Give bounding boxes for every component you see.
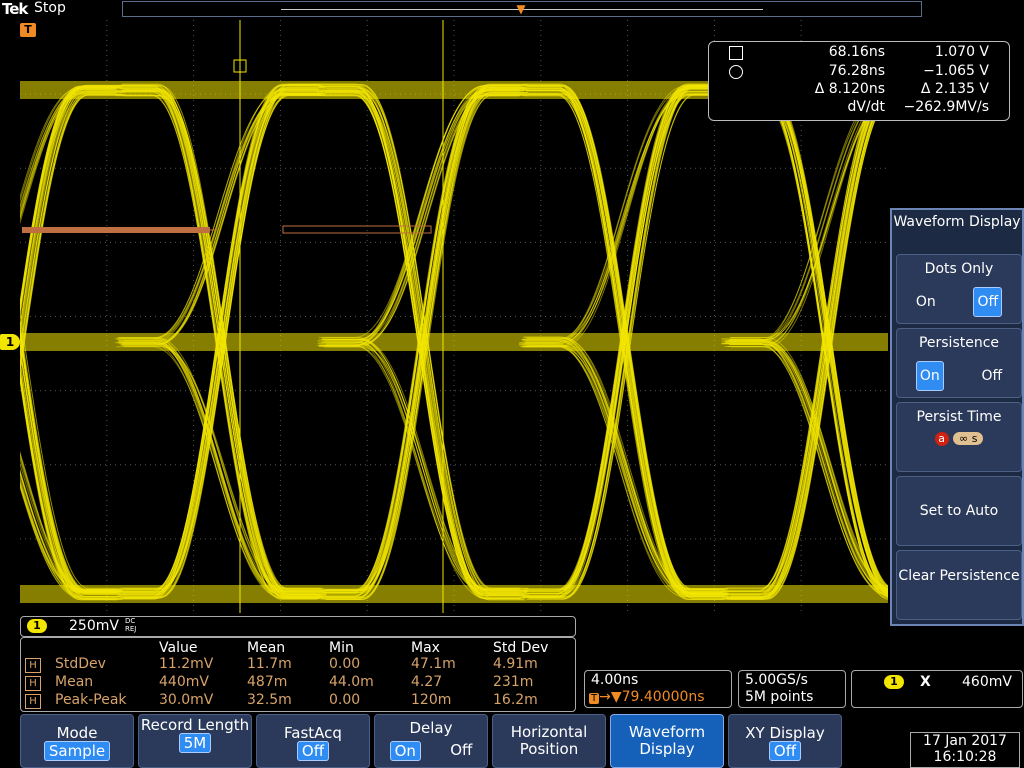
waveform-display-side-menu: Waveform Display Dots Only On Off Persis… [890,208,1024,626]
trigger-level-readout[interactable]: 1 X 460mV [851,670,1023,708]
delay-button[interactable]: Delay On Off [374,714,488,768]
ref-measure-bar [22,227,210,233]
fastacq-button[interactable]: FastAcq Off [256,714,370,768]
sample-rate-readout[interactable]: 5.00GS/s 5M points [738,670,846,708]
channel-1-ground-marker[interactable]: 1 [0,334,20,350]
channel-1-scale-readout[interactable]: 1 250mV DC REJ [20,616,576,637]
top-status-bar: Tek Stop ▼ [0,0,1024,18]
clear-persistence-button[interactable]: Clear Persistence [896,550,1022,620]
side-menu-title: Waveform Display [893,214,1021,230]
mode-button[interactable]: Mode Sample [20,714,134,768]
date-time-readout[interactable]: 17 Jan 2017 16:10:28 [910,732,1020,768]
trigger-channel-badge: 1 [884,675,904,689]
trigger-delay-icon: T [589,693,600,704]
trigger-slope-icon: X [920,674,931,690]
square-icon [729,46,743,60]
horizontal-scale-readout[interactable]: 4.00ns T →▼79.40000ns [584,670,732,708]
trigger-position-icon: ▼ [516,2,526,16]
dots-only-button[interactable]: Dots Only On Off [896,254,1022,324]
record-length-button[interactable]: Record Length 5M [138,714,252,768]
acquisition-status: Stop [34,0,66,16]
cursor-readout: 68.16ns 1.070 V 76.28ns −1.065 V Δ 8.120ns… [708,41,1010,121]
horizontal-position-button[interactable]: Horizontal Position [492,714,606,768]
channel-1-badge: 1 [27,619,47,633]
set-to-auto-button[interactable]: Set to Auto [896,476,1022,546]
measurement-table[interactable]: Value Mean Min Max Std Dev H StdDev 11.2… [20,637,576,712]
trigger-marker-icon[interactable]: T [20,23,36,37]
waveform-display-button[interactable]: Waveform Display [610,714,724,768]
persistence-button[interactable]: Persistence On Off [896,328,1022,398]
multipurpose-knob-a-icon: a [934,432,949,446]
xy-display-button[interactable]: XY Display Off [728,714,842,768]
tek-logo: Tek [2,0,28,18]
circle-icon [729,65,743,79]
persist-time-button[interactable]: Persist Time a ∞ s [896,402,1022,472]
